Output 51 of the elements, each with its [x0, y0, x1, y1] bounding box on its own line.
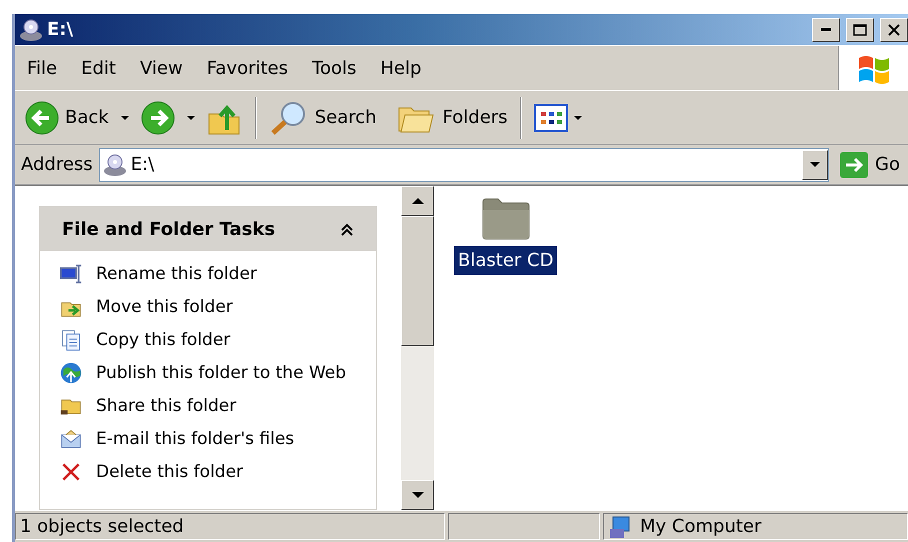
task-link[interactable]: Delete this folder	[96, 461, 244, 483]
menu-item[interactable]: Edit	[69, 54, 128, 82]
menu-item[interactable]: Favorites	[194, 54, 300, 82]
down-arrow-icon	[412, 492, 424, 498]
menu-item[interactable]: Help	[368, 54, 434, 82]
maximize-icon	[853, 24, 867, 36]
caret-icon	[186, 116, 195, 120]
computer-icon	[608, 514, 632, 538]
task-link[interactable]: Move this folder	[96, 296, 233, 318]
close-icon	[888, 24, 900, 36]
scroll-thumb[interactable]	[401, 216, 434, 346]
go-button[interactable]: Go	[835, 148, 904, 180]
menu-item[interactable]: File	[15, 54, 70, 82]
close-button[interactable]	[880, 18, 908, 42]
up-arrow-icon	[412, 198, 424, 204]
dropdown-arrow-icon	[810, 162, 820, 167]
minimize-button[interactable]	[812, 18, 840, 42]
menu-item[interactable]: Tools	[300, 54, 368, 82]
scroll-down-button[interactable]	[401, 480, 434, 510]
address-field[interactable]: E:\	[98, 148, 830, 182]
cd-drive-icon	[19, 18, 43, 40]
task-link[interactable]: E-mail this folder's files	[96, 428, 294, 450]
cd-drive-icon	[102, 154, 127, 176]
task-link[interactable]: Rename this folder	[96, 263, 257, 285]
minimize-icon	[821, 28, 831, 31]
delete-x-icon	[60, 461, 82, 483]
back-button[interactable]: Back	[21, 98, 113, 136]
envelope-icon	[60, 428, 82, 450]
task-link[interactable]: Copy this folder	[96, 329, 230, 351]
collapse-chevron-icon	[340, 222, 354, 237]
copy-document-icon	[60, 329, 82, 351]
search-button[interactable]: Search	[264, 98, 381, 138]
panel-title: File and Folder Tasks	[62, 218, 276, 242]
status-message: 1 objects selected	[15, 513, 445, 540]
rename-icon	[60, 263, 82, 285]
status-zone: My Computer	[603, 513, 908, 540]
maximize-button[interactable]	[846, 18, 874, 42]
folder-item[interactable]: Blaster CD	[454, 196, 558, 275]
folders-button[interactable]: Folders	[392, 100, 512, 136]
task-link[interactable]: Publish this folder to the Web	[96, 362, 346, 384]
menu-item[interactable]: View	[128, 54, 195, 82]
folder-icon	[480, 196, 532, 240]
caret-icon	[120, 116, 129, 120]
views-grid-icon	[534, 104, 568, 132]
scroll-up-button[interactable]	[401, 186, 434, 216]
address-value: E:\	[130, 153, 154, 177]
globe-icon	[60, 362, 82, 384]
window-title: E:\	[47, 18, 74, 42]
task-link[interactable]: Share this folder	[96, 395, 236, 417]
address-label: Address	[21, 153, 93, 177]
caret-icon	[574, 116, 582, 120]
